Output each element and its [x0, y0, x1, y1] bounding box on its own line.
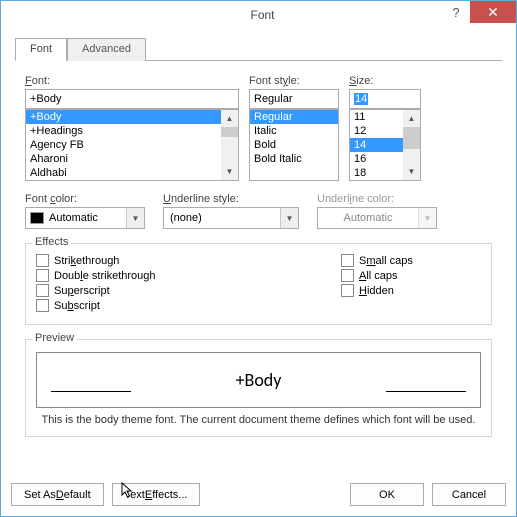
underline-color-label: Underline color:	[317, 193, 437, 205]
scroll-up-icon[interactable]: ▲	[221, 110, 238, 127]
preview-sample: +Body	[236, 369, 282, 391]
font-dialog: Font ? ✕ Font Advanced Font: +Body +Body	[0, 0, 517, 517]
font-listbox[interactable]: +Body +Headings Agency FB Aharoni Aldhab…	[25, 109, 239, 181]
effects-group: Effects Strikethrough Double strikethrou…	[25, 243, 492, 325]
superscript-label: Superscript	[54, 285, 110, 297]
chevron-down-icon: ▼	[126, 208, 144, 228]
scrollbar[interactable]: ▲ ▼	[403, 110, 420, 180]
text-effects-button[interactable]: Text Effects...	[112, 483, 201, 506]
tab-strip: Font Advanced	[15, 37, 502, 61]
dialog-title: Font	[9, 8, 516, 22]
underline-style-dropdown[interactable]: (none) ▼	[163, 207, 299, 229]
preview-legend: Preview	[32, 332, 77, 344]
ok-button[interactable]: OK	[350, 483, 424, 506]
superscript-checkbox[interactable]	[36, 284, 49, 297]
list-item[interactable]: Bold Italic	[250, 152, 338, 166]
scroll-thumb[interactable]	[221, 127, 238, 137]
scroll-down-icon[interactable]: ▼	[403, 163, 420, 180]
close-button[interactable]: ✕	[470, 1, 516, 23]
underline-color-dropdown: Automatic ▼	[317, 207, 437, 229]
list-item[interactable]: 11	[350, 110, 403, 124]
scroll-track[interactable]	[403, 149, 420, 163]
color-swatch-icon	[30, 212, 44, 224]
font-color-value: Automatic	[49, 212, 126, 224]
chevron-down-icon: ▼	[418, 208, 436, 228]
double-strikethrough-label: Double strikethrough	[54, 270, 156, 282]
preview-line	[51, 391, 131, 392]
preview-line	[386, 391, 466, 392]
list-item[interactable]: Italic	[250, 124, 338, 138]
small-caps-label: Small caps	[359, 255, 413, 267]
underline-style-label: Underline style:	[163, 193, 299, 205]
help-button[interactable]: ?	[442, 1, 470, 23]
scroll-up-icon[interactable]: ▲	[403, 110, 420, 127]
list-item[interactable]: 14	[350, 138, 403, 152]
list-item[interactable]: +Body	[26, 110, 221, 124]
font-input[interactable]: +Body	[25, 89, 239, 109]
font-color-dropdown[interactable]: Automatic ▼	[25, 207, 145, 229]
chevron-down-icon: ▼	[280, 208, 298, 228]
hidden-label: Hidden	[359, 285, 394, 297]
list-item[interactable]: Aldhabi	[26, 166, 221, 180]
strikethrough-label: Strikethrough	[54, 255, 119, 267]
small-caps-checkbox[interactable]	[341, 254, 354, 267]
scrollbar[interactable]: ▲ ▼	[221, 110, 238, 180]
size-label: Size:	[349, 75, 421, 87]
font-style-input[interactable]: Regular	[249, 89, 339, 109]
subscript-label: Subscript	[54, 300, 100, 312]
set-default-button[interactable]: Set As Default	[11, 483, 104, 506]
list-item[interactable]: Bold	[250, 138, 338, 152]
list-item[interactable]: 16	[350, 152, 403, 166]
tab-font[interactable]: Font	[15, 38, 67, 61]
all-caps-checkbox[interactable]	[341, 269, 354, 282]
cancel-button[interactable]: Cancel	[432, 483, 506, 506]
all-caps-label: All caps	[359, 270, 398, 282]
subscript-checkbox[interactable]	[36, 299, 49, 312]
tab-font-label: Font	[30, 43, 52, 55]
list-item[interactable]: Aharoni	[26, 152, 221, 166]
underline-style-value: (none)	[164, 212, 280, 224]
font-style-label: Font style:	[249, 75, 339, 87]
list-item[interactable]: +Headings	[26, 124, 221, 138]
font-label: Font:	[25, 75, 239, 87]
size-listbox[interactable]: 11 12 14 16 18 ▲ ▼	[349, 109, 421, 181]
list-item[interactable]: 12	[350, 124, 403, 138]
double-strikethrough-checkbox[interactable]	[36, 269, 49, 282]
underline-color-value: Automatic	[318, 212, 418, 224]
hidden-checkbox[interactable]	[341, 284, 354, 297]
list-item[interactable]: Regular	[250, 110, 338, 124]
scroll-down-icon[interactable]: ▼	[221, 163, 238, 180]
titlebar: Font ? ✕	[1, 1, 516, 29]
scroll-thumb[interactable]	[403, 127, 420, 149]
size-input[interactable]: 14	[349, 89, 421, 109]
tab-advanced-label: Advanced	[82, 43, 131, 55]
scroll-track[interactable]	[221, 137, 238, 163]
preview-box: +Body	[36, 352, 481, 408]
effects-legend: Effects	[32, 236, 71, 248]
preview-note: This is the body theme font. The current…	[36, 414, 481, 426]
tab-advanced[interactable]: Advanced	[67, 38, 146, 61]
list-item[interactable]: 18	[350, 166, 403, 180]
preview-group: Preview +Body This is the body theme fon…	[25, 339, 492, 437]
strikethrough-checkbox[interactable]	[36, 254, 49, 267]
font-style-listbox[interactable]: Regular Italic Bold Bold Italic	[249, 109, 339, 181]
list-item[interactable]: Agency FB	[26, 138, 221, 152]
dialog-footer: Set As Default Text Effects... OK Cancel	[11, 483, 506, 506]
font-color-label: Font color:	[25, 193, 145, 205]
